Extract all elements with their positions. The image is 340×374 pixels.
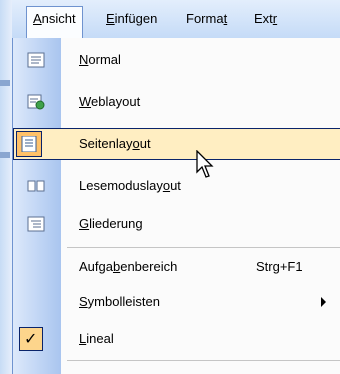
menu-separator bbox=[67, 247, 340, 248]
shortcut-label: Strg+F1 bbox=[256, 259, 303, 274]
mouse-cursor-icon bbox=[196, 150, 214, 178]
menu-item-label: Lesemoduslayout bbox=[79, 178, 181, 193]
menu-item-label: Symbolleisten bbox=[79, 294, 160, 309]
menu-einfuegen[interactable]: Einfügen bbox=[100, 7, 163, 31]
menu-item-lesemoduslayout[interactable]: Lesemoduslayout bbox=[13, 170, 340, 202]
ruler-mark bbox=[0, 80, 10, 86]
print-layout-icon bbox=[21, 136, 37, 152]
menu-item-label: Aufgabenbereich bbox=[79, 259, 178, 274]
menu-format[interactable]: Format bbox=[180, 7, 233, 31]
menu-item-label: Gliederung bbox=[79, 216, 143, 231]
menu-item-symbolleisten[interactable]: Symbolleisten bbox=[13, 286, 340, 318]
menu-item-label: Normal bbox=[79, 52, 121, 67]
menu-item-label: Lineal bbox=[79, 331, 114, 346]
menu-bar: Ansicht Einfügen Format Extr bbox=[12, 0, 340, 40]
menu-item-label: Seitenlayout bbox=[79, 136, 151, 151]
ansicht-dropdown-menu: Normal Weblayout Seitenlayout Lesemodusl… bbox=[12, 38, 340, 374]
checkmark-icon: ✓ bbox=[19, 327, 43, 351]
menu-item-label: Weblayout bbox=[79, 94, 141, 109]
menu-item-gliederung[interactable]: Gliederung bbox=[13, 208, 340, 240]
menu-item-seitenlayout[interactable]: Seitenlayout bbox=[13, 128, 340, 160]
background-window-strip bbox=[0, 0, 12, 374]
outline-icon bbox=[27, 216, 45, 232]
menu-ansicht[interactable]: Ansicht bbox=[26, 6, 83, 40]
menu-separator bbox=[67, 360, 340, 361]
reading-layout-icon bbox=[27, 180, 45, 192]
menu-item-weblayout[interactable]: Weblayout bbox=[13, 86, 340, 118]
submenu-arrow-icon bbox=[321, 297, 326, 307]
menu-item-lineal[interactable]: ✓ Lineal bbox=[13, 323, 340, 355]
ruler-mark bbox=[0, 152, 10, 158]
menu-item-aufgabenbereich[interactable]: Aufgabenbereich Strg+F1 bbox=[13, 251, 340, 283]
web-layout-icon bbox=[27, 94, 45, 110]
menu-extras[interactable]: Extr bbox=[248, 7, 283, 31]
menu-item-normal[interactable]: Normal bbox=[13, 44, 340, 76]
normal-view-icon bbox=[27, 52, 45, 68]
